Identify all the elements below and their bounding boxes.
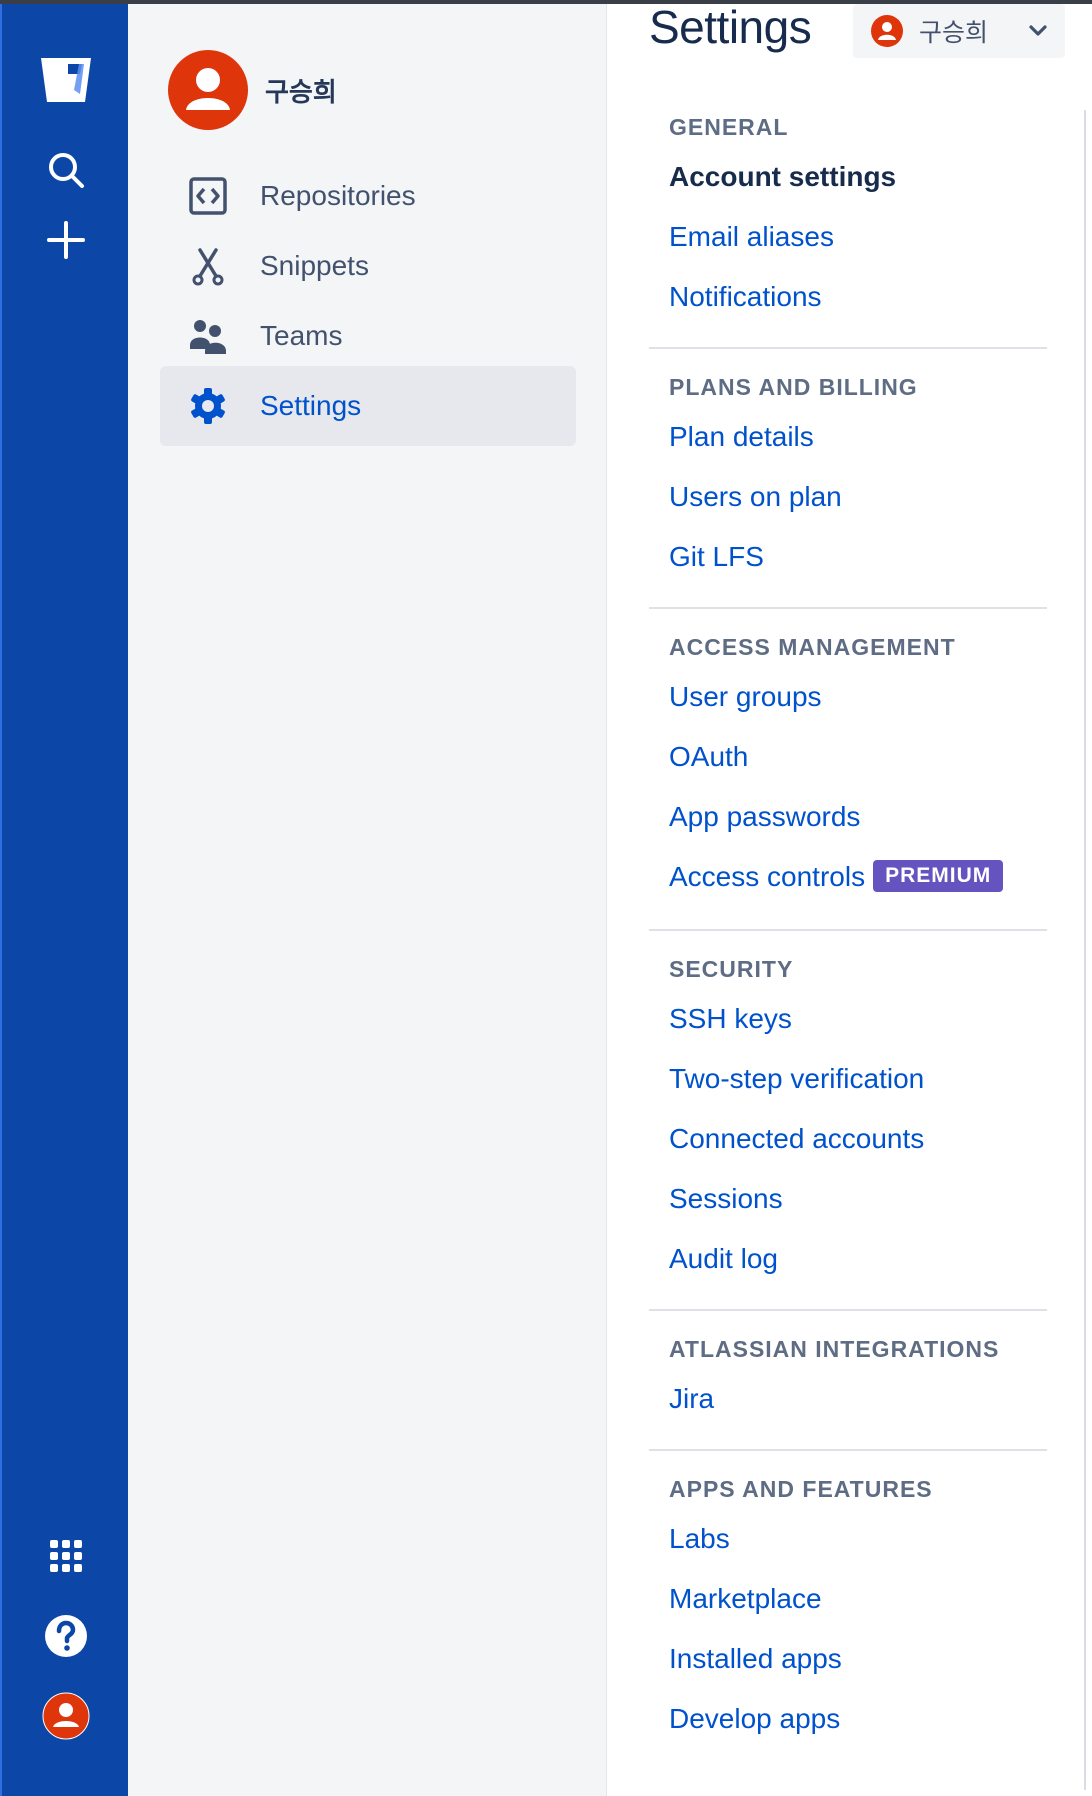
- sidebar-item-snippets[interactable]: Snippets: [160, 226, 576, 306]
- settings-link-users-on-plan[interactable]: Users on plan: [649, 467, 1047, 527]
- section-access-management: ACCESS MANAGEMENT User groups OAuth App …: [649, 627, 1047, 907]
- settings-link-access-controls[interactable]: Access controls PREMIUM: [649, 847, 1047, 907]
- account-switcher-dropdown[interactable]: 구승희: [853, 4, 1065, 58]
- bitbucket-settings-page: 구승희 Repositories Snippets Teams Settings…: [0, 0, 1092, 1796]
- panel-scrollbar[interactable]: [1084, 110, 1086, 1790]
- section-plans-and-billing: PLANS AND BILLING Plan details Users on …: [649, 367, 1047, 587]
- section-general: GENERAL Account settings Email aliases N…: [649, 107, 1047, 327]
- settings-link-labs[interactable]: Labs: [649, 1509, 1047, 1569]
- profile-avatar: [168, 50, 248, 130]
- settings-link-notifications[interactable]: Notifications: [649, 267, 1047, 327]
- settings-link-app-passwords[interactable]: App passwords: [649, 787, 1047, 847]
- section-divider: [649, 607, 1047, 609]
- profile-header[interactable]: 구승희: [168, 50, 337, 130]
- sidebar-item-label: Settings: [260, 390, 362, 421]
- section-security: SECURITY SSH keys Two-step verification …: [649, 949, 1047, 1289]
- section-divider: [649, 929, 1047, 931]
- search-icon[interactable]: [26, 140, 106, 200]
- section-heading: ACCESS MANAGEMENT: [669, 634, 956, 660]
- settings-link-marketplace[interactable]: Marketplace: [649, 1569, 1047, 1629]
- sidebar-item-label: Repositories: [260, 180, 416, 211]
- plus-icon[interactable]: [26, 210, 106, 270]
- settings-link-account-settings[interactable]: Account settings: [649, 147, 1047, 207]
- section-atlassian-integrations: ATLASSIAN INTEGRATIONS Jira: [649, 1329, 1047, 1429]
- settings-link-audit-log[interactable]: Audit log: [649, 1229, 1047, 1289]
- settings-link-installed-apps[interactable]: Installed apps: [649, 1629, 1047, 1689]
- settings-link-two-step-verification[interactable]: Two-step verification: [649, 1049, 1047, 1109]
- people-icon: [186, 314, 230, 358]
- settings-link-connected-accounts[interactable]: Connected accounts: [649, 1109, 1047, 1169]
- user-sidebar: 구승희 Repositories Snippets Teams Settings: [128, 4, 606, 1796]
- settings-link-sessions[interactable]: Sessions: [649, 1169, 1047, 1229]
- section-heading: APPS AND FEATURES: [669, 1476, 933, 1502]
- profile-name: 구승희: [265, 77, 337, 108]
- page-title: Settings: [649, 1, 812, 53]
- section-heading: ATLASSIAN INTEGRATIONS: [669, 1336, 1000, 1362]
- sidebar-item-teams[interactable]: Teams: [160, 296, 576, 376]
- user-avatar[interactable]: [26, 1686, 106, 1746]
- settings-panel: Settings 구승희 GENERAL Account settings Em: [606, 1, 1092, 1796]
- section-divider: [649, 1309, 1047, 1311]
- sidebar-item-label: Snippets: [260, 250, 369, 281]
- settings-link-develop-apps[interactable]: Develop apps: [649, 1689, 1047, 1749]
- settings-link-label: Access controls: [669, 861, 866, 892]
- sidebar-item-settings[interactable]: Settings: [160, 366, 576, 446]
- account-avatar: [871, 15, 903, 47]
- settings-link-email-aliases[interactable]: Email aliases: [649, 207, 1047, 267]
- scissors-icon: [186, 244, 230, 288]
- app-switcher-icon[interactable]: [26, 1526, 106, 1586]
- settings-link-jira[interactable]: Jira: [649, 1369, 1047, 1429]
- settings-link-ssh-keys[interactable]: SSH keys: [649, 989, 1047, 1049]
- section-heading: GENERAL: [669, 114, 789, 140]
- gear-icon: [186, 384, 230, 428]
- section-divider: [649, 1449, 1047, 1451]
- global-navigation: [0, 4, 128, 1796]
- premium-badge: PREMIUM: [873, 859, 1004, 892]
- sidebar-item-repositories[interactable]: Repositories: [160, 156, 576, 236]
- settings-link-git-lfs[interactable]: Git LFS: [649, 527, 1047, 587]
- account-name: 구승희: [919, 18, 989, 47]
- help-icon[interactable]: [26, 1606, 106, 1666]
- section-heading: PLANS AND BILLING: [669, 374, 918, 400]
- sidebar-item-label: Teams: [260, 320, 343, 351]
- section-divider: [649, 347, 1047, 349]
- settings-link-plan-details[interactable]: Plan details: [649, 407, 1047, 467]
- chevron-down-icon: [1029, 25, 1047, 37]
- settings-link-oauth[interactable]: OAuth: [649, 727, 1047, 787]
- bitbucket-logo[interactable]: [26, 50, 106, 110]
- section-heading: SECURITY: [669, 956, 794, 982]
- code-brackets-icon: [186, 174, 230, 218]
- settings-link-user-groups[interactable]: User groups: [649, 667, 1047, 727]
- section-apps-and-features: APPS AND FEATURES Labs Marketplace Insta…: [649, 1469, 1047, 1749]
